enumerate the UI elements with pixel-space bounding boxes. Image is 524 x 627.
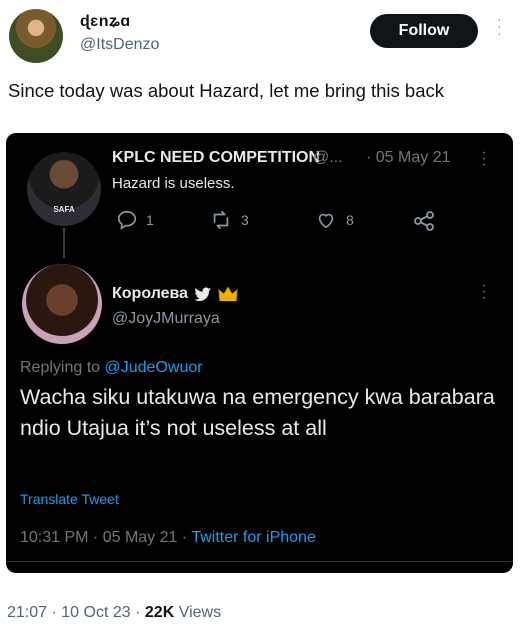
tweet-text: Since today was about Hazard, let me bri… [8,80,445,101]
replying-prefix: Replying to [20,359,101,376]
tweet-date: 10 Oct 23 [61,604,131,621]
reply-action: 1 [116,209,154,231]
separator-dot: · [135,604,141,621]
second-tweet-avatar [22,264,102,344]
first-tweet-date: · 05 May 21 [366,149,451,166]
crown-icon [218,286,238,302]
translate-tweet-link: Translate Tweet [20,491,119,507]
heart-icon [318,213,334,229]
second-tweet-text: Wacha siku utakuwa na emergency kwa bara… [20,385,495,440]
avatar-shirt-text: SAFA [53,205,75,214]
retweet-count: 3 [241,212,249,228]
twitter-bird-icon [194,287,212,301]
reply-count: 1 [146,212,154,228]
reply-icon [117,210,137,230]
thread-line [63,228,65,258]
separator-dot: · [51,604,57,621]
first-tweet-handle: @... [313,149,343,166]
author-avatar[interactable] [9,9,63,63]
share-action [412,209,436,233]
first-tweet-text: Hazard is useless. [112,175,235,192]
second-tweet-more-icon: · · · [481,277,487,306]
second-tweet-source: Twitter for iPhone [191,529,316,546]
tweet-time: 21:07 [7,604,48,621]
second-tweet-name: Королева [112,285,189,302]
tweet-footer: 21:07 · 10 Oct 23 · 22K Views [7,604,221,622]
like-action: 8 [314,209,354,231]
first-tweet-name: KPLC NEED COMPETITION [112,149,321,166]
views-count[interactable]: 22K [145,604,174,621]
retweet-action: 3 [209,209,249,231]
follow-button[interactable]: Follow [370,14,478,48]
author-handle[interactable]: @ItsDenzo [80,36,159,54]
more-options-icon[interactable]: · · · [497,12,502,40]
author-name[interactable]: ɖɛnʑɑ [80,13,131,31]
replying-to-handle: @JudeOwuor [104,359,203,376]
card-divider [6,561,513,562]
first-tweet-more-icon: · · · [481,144,487,173]
retweet-icon [213,210,229,230]
replying-to-line: Replying to @JudeOwuor [20,359,203,377]
like-count: 8 [346,212,354,228]
second-tweet-meta: 10:31 PM · 05 May 21 · Twitter for iPhon… [20,529,316,547]
second-tweet-name-row: Королева [112,285,238,303]
second-tweet-time: 10:31 PM · 05 May 21 · [20,529,188,546]
views-label: Views [178,604,222,621]
share-icon [414,211,434,231]
second-tweet-handle: @JoyJMurraya [112,310,220,327]
embedded-tweet-image[interactable]: SAFA KPLC NEED COMPETITION @... · 05 May… [6,133,513,573]
